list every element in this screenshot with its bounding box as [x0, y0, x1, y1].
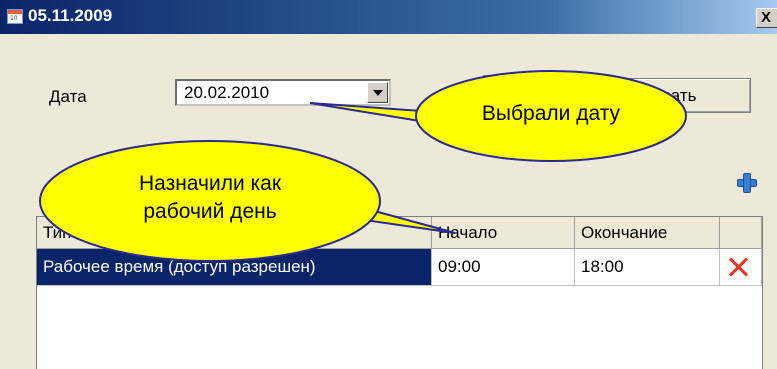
callout-workday-line2: рабочий день [143, 200, 277, 223]
callout-workday-line1: Назначили как [138, 172, 282, 195]
schedule-window: 10 05.11.2009 X Дата 20.02.2010 ровать Т… [0, 0, 777, 369]
callout-date-text: Выбрали дату [481, 102, 621, 125]
